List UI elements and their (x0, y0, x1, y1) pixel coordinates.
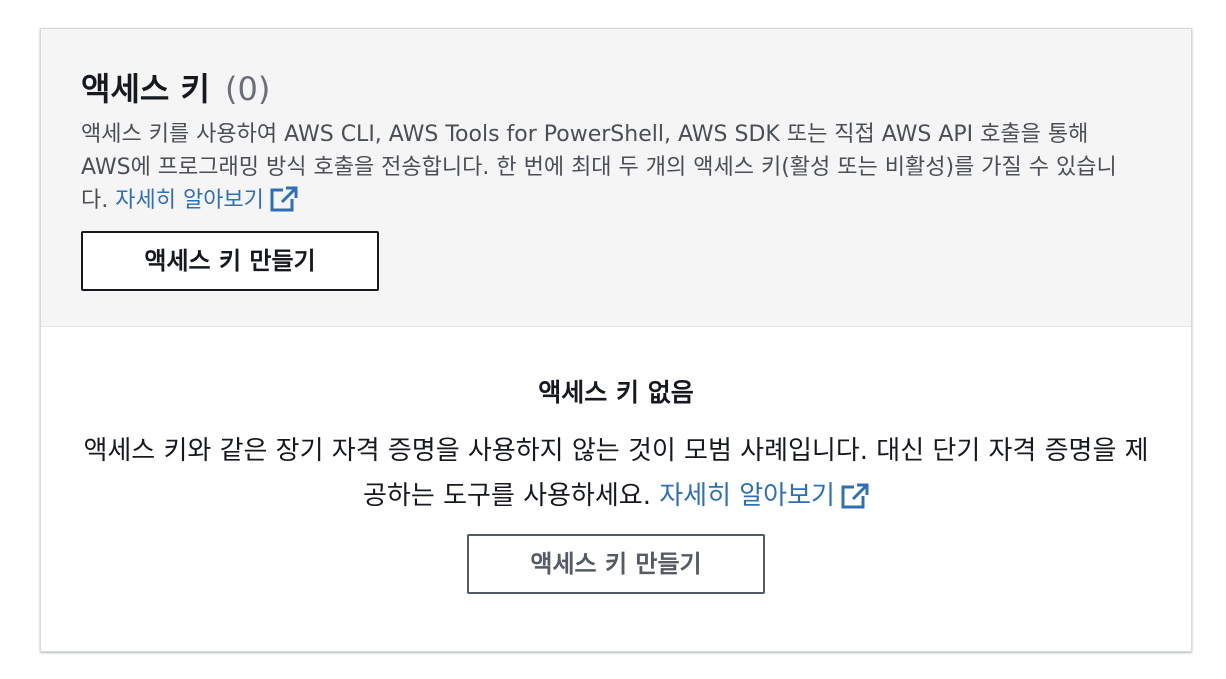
header-description: 액세스 키를 사용하여 AWS CLI, AWS Tools for Power… (81, 118, 1141, 217)
access-keys-panel: 액세스 키 (0) 액세스 키를 사용하여 AWS CLI, AWS Tools… (40, 28, 1192, 652)
external-link-icon (841, 483, 869, 509)
empty-state-description-text: 액세스 키와 같은 장기 자격 증명을 사용하지 않는 것이 모범 사례입니다.… (83, 436, 1149, 511)
empty-state-create-access-key-button[interactable]: 액세스 키 만들기 (467, 534, 765, 594)
external-link-icon (270, 186, 298, 212)
learn-more-link-label: 자세히 알아보기 (115, 188, 264, 213)
empty-state-title: 액세스 키 없음 (538, 378, 694, 407)
page-title: 액세스 키 (0) (81, 67, 270, 111)
empty-state-learn-more-label: 자세히 알아보기 (659, 481, 835, 511)
empty-state-description: 액세스 키와 같은 장기 자격 증명을 사용하지 않는 것이 모범 사례입니다.… (81, 429, 1151, 519)
empty-state-learn-more-link[interactable]: 자세히 알아보기 (659, 481, 869, 511)
title-text: 액세스 키 (81, 70, 210, 108)
access-keys-header: 액세스 키 (0) 액세스 키를 사용하여 AWS CLI, AWS Tools… (41, 29, 1191, 327)
learn-more-link[interactable]: 자세히 알아보기 (115, 186, 298, 213)
access-key-count: (0) (225, 70, 271, 108)
create-access-key-button[interactable]: 액세스 키 만들기 (81, 231, 379, 291)
